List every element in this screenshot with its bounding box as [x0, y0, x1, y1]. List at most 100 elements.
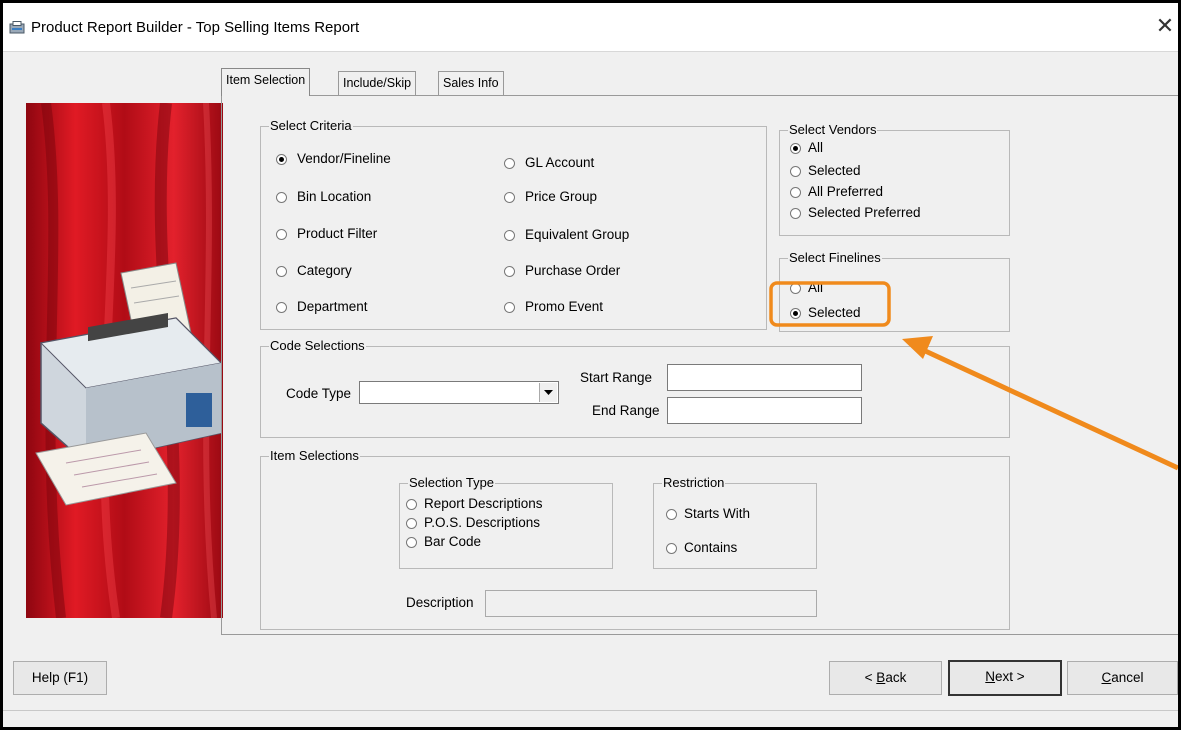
help-button[interactable]: Help (F1): [13, 661, 107, 695]
tab-label: Item Selection: [226, 73, 306, 87]
next-hotkey: N: [985, 669, 996, 684]
group-title: Code Selections: [269, 338, 366, 354]
start-range-label: Start Range: [580, 370, 653, 385]
group-title: Select Criteria: [269, 118, 353, 134]
report-builder-window: Product Report Builder - Top Selling Ite…: [3, 3, 1178, 727]
radio-department[interactable]: Department: [276, 299, 368, 315]
radio-label: Selected: [808, 163, 861, 178]
radio-label: Equivalent Group: [525, 227, 630, 242]
radio-pos-descriptions[interactable]: P.O.S. Descriptions: [406, 515, 540, 531]
radio-vendor-fineline[interactable]: Vendor/Fineline: [276, 151, 391, 167]
radio-label: Selected Preferred: [808, 205, 921, 220]
radio-dot: [276, 265, 287, 277]
radio-label: Promo Event: [525, 299, 604, 314]
radio-bar-code[interactable]: Bar Code: [406, 534, 481, 550]
dropdown-button[interactable]: [539, 383, 557, 402]
radio-report-descriptions[interactable]: Report Descriptions: [406, 496, 543, 512]
radio-label: Price Group: [525, 189, 598, 204]
description-input[interactable]: [485, 590, 817, 617]
radio-vendors-all-preferred[interactable]: All Preferred: [790, 184, 883, 200]
main-area: Item Selection Include/Skip Sales Info S…: [9, 53, 1178, 653]
radio-bin-location[interactable]: Bin Location: [276, 189, 371, 205]
code-type-label: Code Type: [286, 386, 352, 401]
radio-dot: [504, 157, 515, 169]
radio-label: All: [808, 140, 824, 155]
radio-dot: [276, 228, 287, 240]
radio-label: Report Descriptions: [424, 496, 543, 511]
group-title: Restriction: [662, 475, 726, 491]
radio-label: P.O.S. Descriptions: [424, 515, 541, 530]
restriction-group: Restriction Starts With Contains: [653, 475, 817, 569]
title-bar: Product Report Builder - Top Selling Ite…: [3, 3, 1178, 52]
radio-finelines-all[interactable]: All: [790, 280, 823, 296]
item-selections-group: Item Selections Selection Type Report De…: [260, 448, 1010, 630]
help-button-label: Help (F1): [31, 670, 89, 685]
tab-panel: Select Criteria Vendor/Fineline Bin Loca…: [221, 95, 1178, 635]
radio-dot: [790, 142, 801, 154]
select-vendors-group: Select Vendors All Selected All Preferre…: [779, 122, 1010, 236]
tab-label: Include/Skip: [343, 76, 412, 90]
radio-dot: [790, 282, 801, 294]
radio-starts-with[interactable]: Starts With: [666, 506, 750, 522]
cancel-label: ancel: [1111, 670, 1144, 685]
tab-item-selection[interactable]: Item Selection: [221, 68, 311, 96]
radio-price-group[interactable]: Price Group: [504, 189, 597, 205]
radio-dot: [790, 165, 801, 177]
radio-label: Starts With: [684, 506, 751, 521]
radio-label: All: [808, 280, 824, 295]
select-finelines-group: Select Finelines All Selected: [779, 250, 1010, 332]
radio-category[interactable]: Category: [276, 263, 352, 279]
tab-sales-info[interactable]: Sales Info: [438, 71, 504, 95]
radio-dot: [406, 498, 417, 510]
end-range-label: End Range: [592, 403, 660, 418]
radio-label: Category: [297, 263, 352, 278]
back-prefix: <: [864, 670, 877, 685]
close-button[interactable]: ✕: [1153, 11, 1177, 41]
printer-illustration: [26, 103, 223, 618]
status-bar: [3, 711, 1178, 727]
code-type-select[interactable]: [359, 381, 559, 404]
radio-purchase-order[interactable]: Purchase Order: [504, 263, 620, 279]
radio-dot: [790, 207, 801, 219]
end-range-input[interactable]: [667, 397, 862, 424]
back-hotkey: B: [876, 670, 886, 685]
tab-label: Sales Info: [443, 76, 499, 90]
radio-contains[interactable]: Contains: [666, 540, 737, 556]
radio-dot: [504, 229, 515, 241]
radio-label: Bar Code: [424, 534, 482, 549]
radio-dot: [406, 536, 417, 548]
cancel-button[interactable]: Cancel: [1067, 661, 1178, 695]
radio-dot: [504, 191, 515, 203]
radio-finelines-selected[interactable]: Selected: [790, 305, 861, 321]
radio-vendors-all[interactable]: All: [790, 140, 823, 156]
radio-dot: [504, 301, 515, 313]
group-title: Selection Type: [408, 475, 496, 491]
back-button[interactable]: < Back: [829, 661, 942, 695]
tab-include-skip[interactable]: Include/Skip: [338, 71, 417, 95]
radio-promo-event[interactable]: Promo Event: [504, 299, 603, 315]
radio-label: Vendor/Fineline: [297, 151, 391, 166]
group-title: Item Selections: [269, 448, 360, 464]
next-button[interactable]: Next >: [948, 660, 1062, 696]
radio-vendors-selected[interactable]: Selected: [790, 163, 861, 179]
radio-label: All Preferred: [808, 184, 884, 199]
cancel-hotkey: C: [1101, 670, 1112, 685]
radio-dot: [790, 186, 801, 198]
radio-dot: [666, 508, 677, 520]
radio-dot: [790, 307, 801, 319]
radio-gl-account[interactable]: GL Account: [504, 155, 594, 171]
radio-dot: [406, 517, 417, 529]
radio-dot: [666, 542, 677, 554]
radio-dot: [276, 191, 287, 203]
radio-label: GL Account: [525, 155, 595, 170]
radio-dot: [276, 301, 287, 313]
radio-label: Selected: [808, 305, 861, 320]
radio-label: Purchase Order: [525, 263, 621, 278]
start-range-input[interactable]: [667, 364, 862, 391]
radio-label: Contains: [684, 540, 738, 555]
radio-vendors-selected-preferred[interactable]: Selected Preferred: [790, 205, 921, 221]
radio-product-filter[interactable]: Product Filter: [276, 226, 377, 242]
radio-dot: [276, 153, 287, 165]
group-title: Select Finelines: [788, 250, 882, 266]
radio-equivalent-group[interactable]: Equivalent Group: [504, 227, 629, 243]
